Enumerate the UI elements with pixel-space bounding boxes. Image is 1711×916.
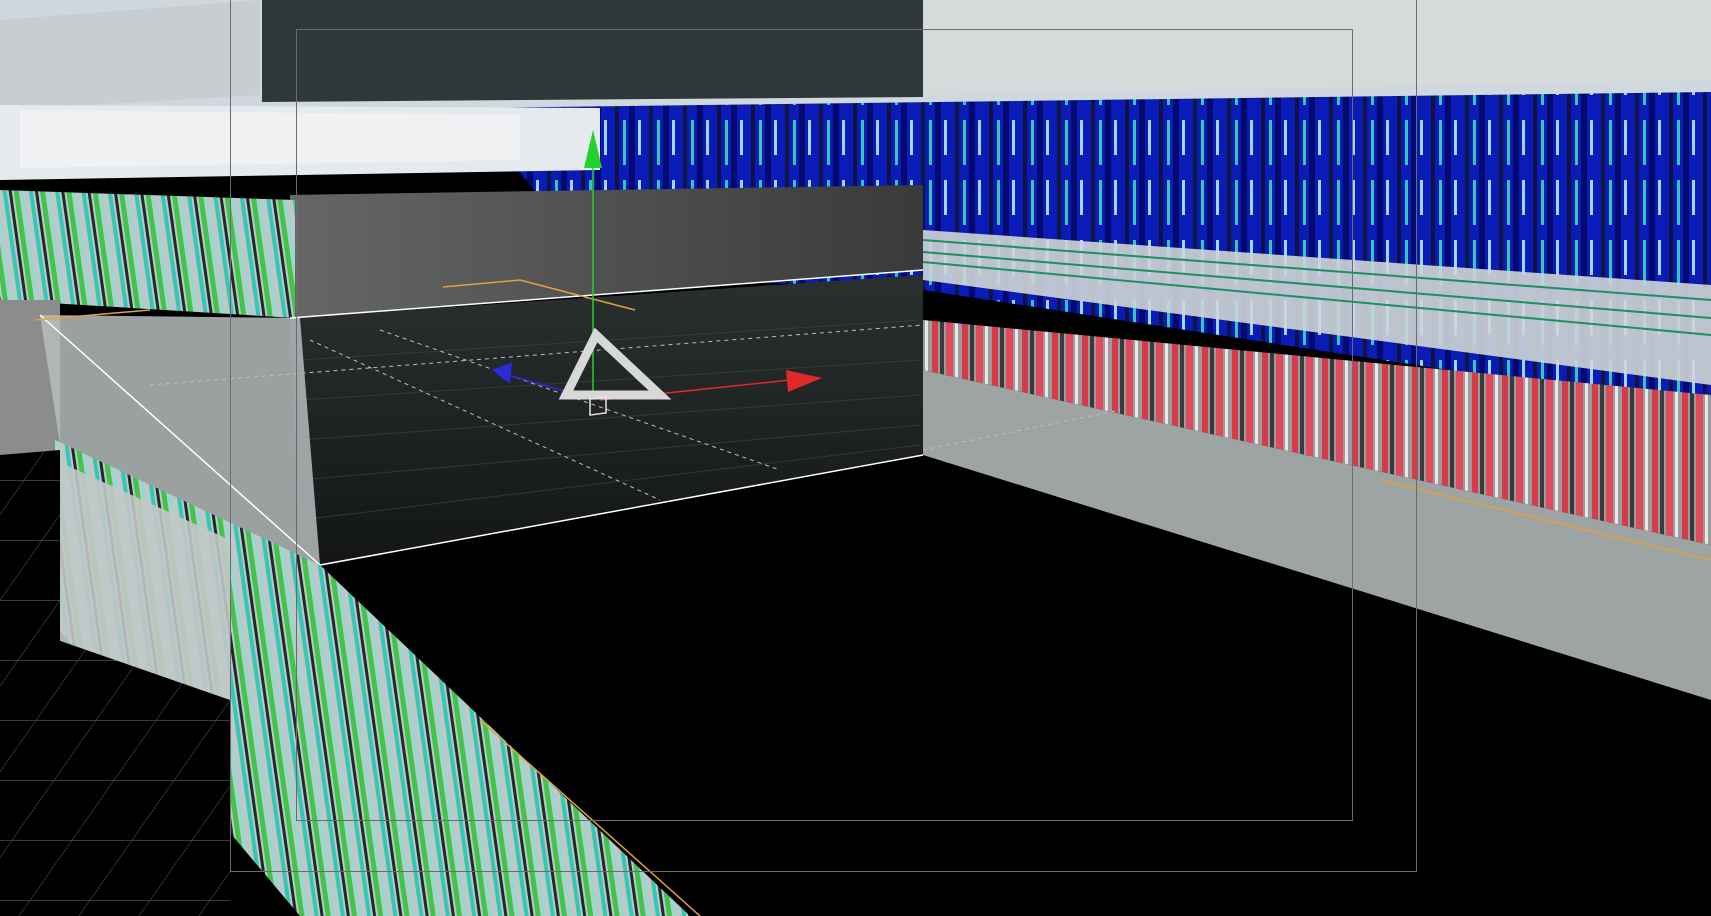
3d-viewport[interactable] [0, 0, 1711, 916]
interior-floor [290, 275, 923, 570]
scene-render[interactable] [0, 0, 1711, 916]
upper-dark-slab [262, 0, 923, 102]
upper-right-building [923, 0, 1711, 95]
left-teal-wall-upper [0, 190, 295, 318]
pale-band-left-texture [20, 110, 520, 168]
